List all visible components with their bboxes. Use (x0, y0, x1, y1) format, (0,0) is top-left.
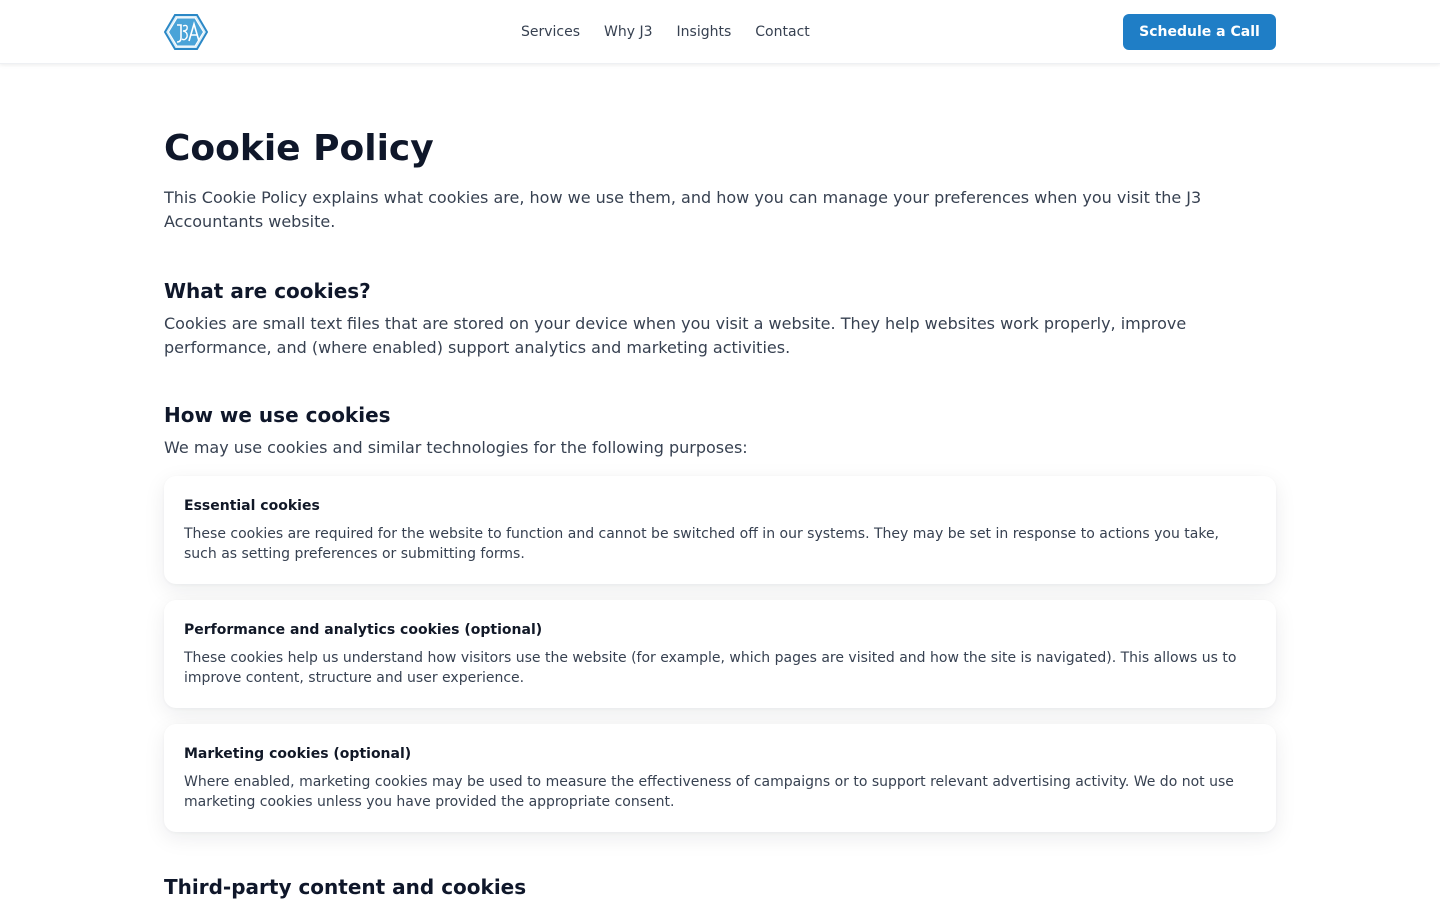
card-text: These cookies help us understand how vis… (184, 650, 1237, 686)
section-heading: What are cookies? (164, 279, 371, 303)
section-how-we-use-cookies: How we use cookies We may use cookies an… (164, 402, 1276, 832)
schedule-call-button[interactable]: Schedule a Call (1123, 14, 1276, 50)
card-title: Essential cookies (184, 498, 320, 514)
section-text: Cookies are small text files that are st… (164, 314, 1187, 357)
j3a-logo-icon[interactable] (164, 14, 208, 50)
site-header: Services Why J3 Insights Contact Schedul… (0, 0, 1440, 64)
main-nav: Services Why J3 Insights Contact (521, 0, 810, 64)
section-third-party: Third-party content and cookies (164, 874, 1276, 900)
nav-link-services[interactable]: Services (521, 0, 580, 64)
card-text: Where enabled, marketing cookies may be … (184, 774, 1234, 810)
cookie-type-cards: Essential cookies These cookies are requ… (164, 476, 1276, 832)
card-title: Performance and analytics cookies (optio… (184, 622, 543, 638)
card-text: These cookies are required for the websi… (184, 526, 1220, 562)
section-what-are-cookies: What are cookies? Cookies are small text… (164, 278, 1276, 360)
section-heading: Third-party content and cookies (164, 875, 527, 899)
nav-link-contact[interactable]: Contact (755, 0, 809, 64)
card-title: Marketing cookies (optional) (184, 746, 412, 762)
section-text: We may use cookies and similar technolog… (164, 438, 748, 457)
page-intro: This Cookie Policy explains what cookies… (164, 188, 1202, 231)
card-performance-cookies: Performance and analytics cookies (optio… (164, 600, 1276, 708)
page-title: Cookie Policy (164, 128, 434, 169)
card-essential-cookies: Essential cookies These cookies are requ… (164, 476, 1276, 584)
nav-link-why-j3[interactable]: Why J3 (604, 0, 653, 64)
section-heading: How we use cookies (164, 403, 391, 427)
card-marketing-cookies: Marketing cookies (optional) Where enabl… (164, 724, 1276, 832)
nav-link-insights[interactable]: Insights (677, 0, 732, 64)
main-content: Cookie Policy This Cookie Policy explain… (164, 64, 1276, 900)
